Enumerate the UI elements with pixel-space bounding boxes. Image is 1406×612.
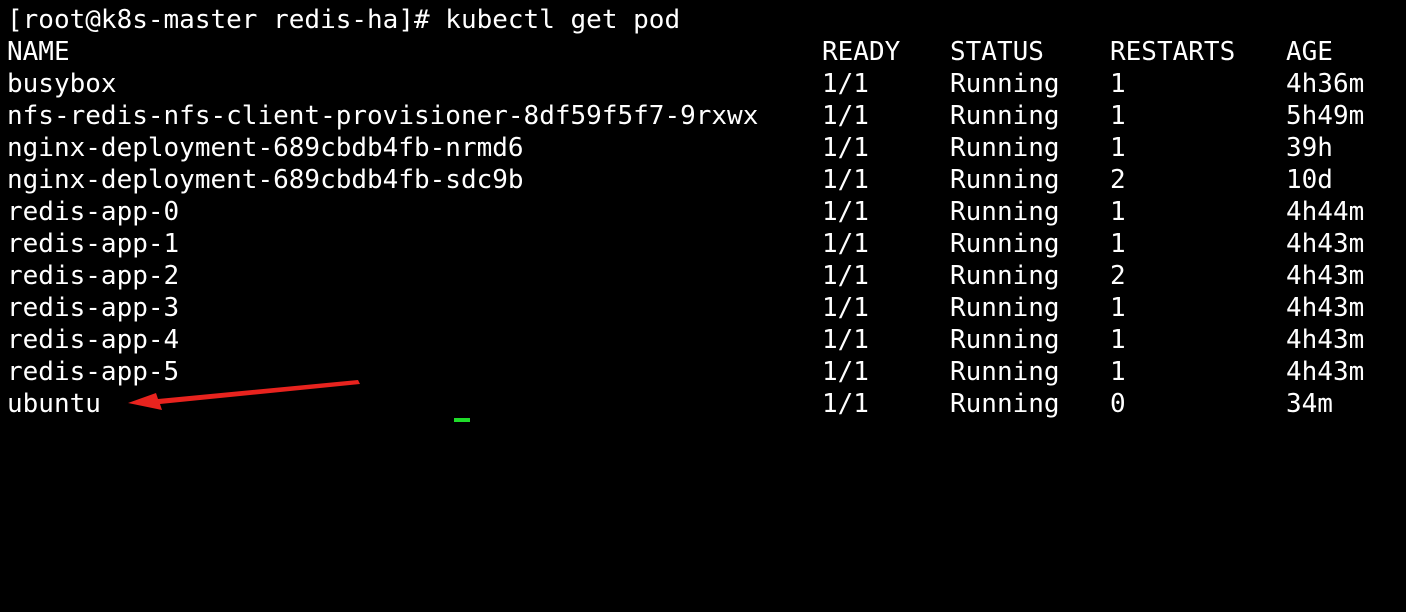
pod-restarts: 0: [1110, 389, 1126, 419]
pod-name: nginx-deployment-689cbdb4fb-nrmd6: [7, 133, 524, 163]
header-restarts: RESTARTS: [1110, 37, 1236, 67]
table-row: redis-app-4 1/1 Running 1 4h43m: [0, 324, 1406, 356]
pod-restarts: 1: [1110, 357, 1126, 387]
pod-age: 34m: [1286, 389, 1333, 419]
pod-age: 4h43m: [1286, 357, 1365, 387]
pod-ready: 1/1: [822, 133, 869, 163]
table-row: redis-app-1 1/1 Running 1 4h43m: [0, 228, 1406, 260]
pod-name: redis-app-2: [7, 261, 180, 291]
header-age: AGE: [1286, 37, 1333, 67]
table-row: ubuntu 1/1 Running 0 34m: [0, 388, 1406, 420]
pod-name: redis-app-4: [7, 325, 180, 355]
pod-status: Running: [950, 165, 1060, 195]
pod-restarts: 1: [1110, 69, 1126, 99]
pod-ready: 1/1: [822, 229, 869, 259]
pod-age: 4h44m: [1286, 197, 1365, 227]
pod-ready: 1/1: [822, 389, 869, 419]
pod-status: Running: [950, 197, 1060, 227]
table-row: redis-app-5 1/1 Running 1 4h43m: [0, 356, 1406, 388]
command-prompt-line: [root@k8s-master redis-ha]# kubectl get …: [7, 5, 681, 35]
pod-restarts: 1: [1110, 101, 1126, 131]
table-row: nfs-redis-nfs-client-provisioner-8df59f5…: [0, 100, 1406, 132]
pod-ready: 1/1: [822, 261, 869, 291]
pod-status: Running: [950, 389, 1060, 419]
pod-name: redis-app-3: [7, 293, 180, 323]
table-row: redis-app-0 1/1 Running 1 4h44m: [0, 196, 1406, 228]
pod-age: 10d: [1286, 165, 1333, 195]
header-status: STATUS: [950, 37, 1044, 67]
pod-status: Running: [950, 69, 1060, 99]
pod-ready: 1/1: [822, 101, 869, 131]
pod-name: redis-app-5: [7, 357, 180, 387]
pod-ready: 1/1: [822, 197, 869, 227]
pod-name: nginx-deployment-689cbdb4fb-sdc9b: [7, 165, 524, 195]
header-ready: READY: [822, 37, 901, 67]
pod-age: 5h49m: [1286, 101, 1365, 131]
pod-restarts: 1: [1110, 325, 1126, 355]
pod-status: Running: [950, 357, 1060, 387]
pod-ready: 1/1: [822, 293, 869, 323]
pod-ready: 1/1: [822, 325, 869, 355]
table-row: busybox 1/1 Running 1 4h36m: [0, 68, 1406, 100]
pod-age: 4h36m: [1286, 69, 1365, 99]
table-row: nginx-deployment-689cbdb4fb-nrmd6 1/1 Ru…: [0, 132, 1406, 164]
pod-age: 4h43m: [1286, 229, 1365, 259]
pod-status: Running: [950, 229, 1060, 259]
pod-status: Running: [950, 325, 1060, 355]
pod-status: Running: [950, 293, 1060, 323]
table-header: NAME READY STATUS RESTARTS AGE: [0, 36, 1406, 68]
pod-age: 39h: [1286, 133, 1333, 163]
pod-name: redis-app-1: [7, 229, 180, 259]
pod-age: 4h43m: [1286, 261, 1365, 291]
pod-status: Running: [950, 261, 1060, 291]
pod-status: Running: [950, 101, 1060, 131]
terminal-window[interactable]: [root@k8s-master redis-ha]# kubectl get …: [0, 0, 1406, 422]
pod-name: redis-app-0: [7, 197, 180, 227]
pod-ready: 1/1: [822, 165, 869, 195]
pod-ready: 1/1: [822, 69, 869, 99]
pod-age: 4h43m: [1286, 293, 1365, 323]
pod-restarts: 1: [1110, 229, 1126, 259]
pod-status: Running: [950, 133, 1060, 163]
pod-ready: 1/1: [822, 357, 869, 387]
header-name: NAME: [7, 37, 70, 67]
pod-name: ubuntu: [7, 389, 101, 419]
pod-restarts: 2: [1110, 165, 1126, 195]
pod-restarts: 2: [1110, 261, 1126, 291]
pod-restarts: 1: [1110, 293, 1126, 323]
pod-name: busybox: [7, 69, 117, 99]
pod-restarts: 1: [1110, 197, 1126, 227]
pod-age: 4h43m: [1286, 325, 1365, 355]
table-row: redis-app-3 1/1 Running 1 4h43m: [0, 292, 1406, 324]
pod-name: nfs-redis-nfs-client-provisioner-8df59f5…: [7, 101, 759, 131]
terminal-cursor: [454, 418, 470, 422]
table-row: redis-app-2 1/1 Running 2 4h43m: [0, 260, 1406, 292]
pod-restarts: 1: [1110, 133, 1126, 163]
table-row: nginx-deployment-689cbdb4fb-sdc9b 1/1 Ru…: [0, 164, 1406, 196]
